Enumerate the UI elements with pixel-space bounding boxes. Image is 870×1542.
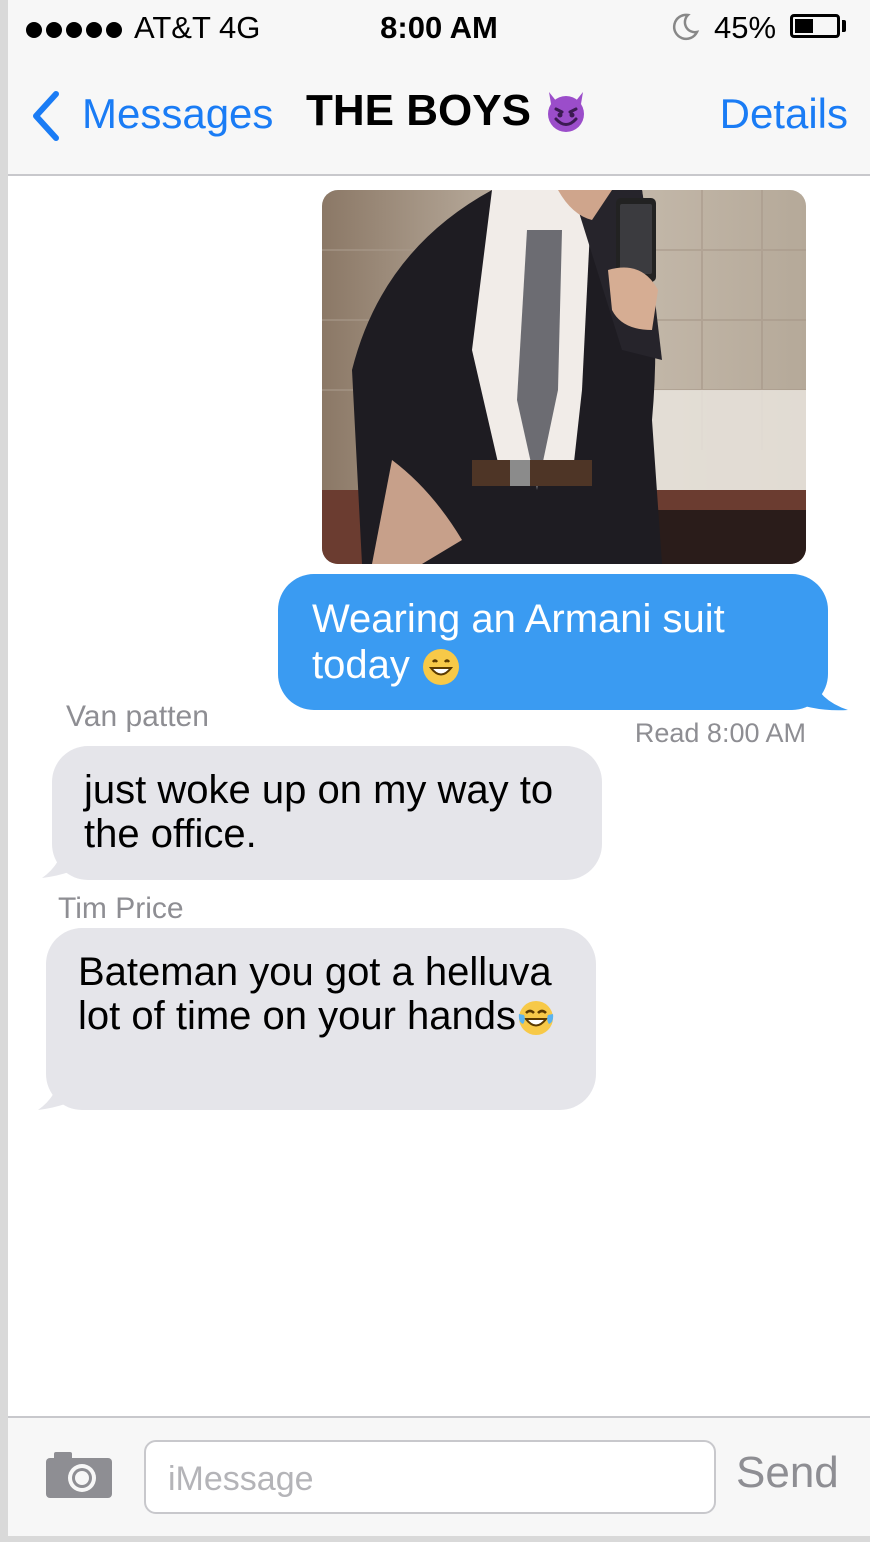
battery-icon [790,14,840,38]
message-placeholder: iMessage [168,1460,314,1498]
battery-percent: 45% [714,10,777,45]
sent-message-bubble[interactable]: Wearing an Armani suit today [278,574,828,710]
received-message-text: Bateman you got a helluva lot of time on… [78,950,552,1038]
photo-attachment[interactable] [322,190,806,564]
chevron-left-icon[interactable] [26,86,66,146]
sent-message-text: Wearing an Armani suit today [312,597,725,687]
smiling-devil-icon [547,92,584,132]
moon-icon [672,13,700,41]
grinning-face-icon [422,649,459,686]
page-title: THE BOYS [306,86,531,135]
compose-bar: iMessage Send [8,1416,870,1536]
details-button[interactable]: Details [720,90,848,138]
camera-icon[interactable] [44,1450,114,1500]
status-bar: AT&T 4G 8:00 AM 45% [8,0,870,56]
received-message-bubble[interactable]: just woke up on my way to the office. [52,746,602,880]
back-button[interactable]: Messages [82,90,273,138]
battery-cap [842,20,846,32]
received-message-text: just woke up on my way to the office. [84,768,554,856]
phone-screen: AT&T 4G 8:00 AM 45% Messages THE BOYS De… [8,0,870,1536]
send-button[interactable]: Send [736,1448,839,1498]
nav-bar: Messages THE BOYS Details [8,56,870,176]
sender-name: Tim Price [58,892,184,925]
message-input[interactable]: iMessage [144,1440,716,1514]
tears-of-joy-icon [518,1001,554,1036]
received-message-bubble[interactable]: Bateman you got a helluva lot of time on… [46,928,596,1110]
sent-bubble-tail [778,676,848,711]
conversation-title: THE BOYS [306,86,589,136]
photo-image [322,190,806,564]
read-receipt: Read 8:00 AM [634,718,806,748]
sender-name: Van patten [66,700,209,733]
